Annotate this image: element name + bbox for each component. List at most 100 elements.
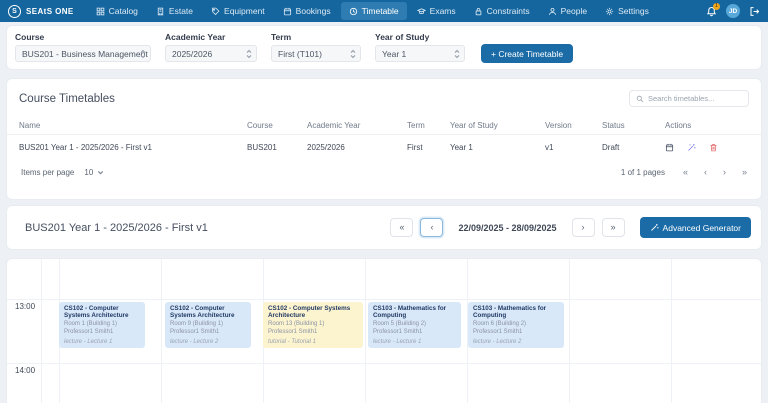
people-icon	[548, 7, 557, 16]
bookings-icon	[283, 7, 292, 16]
col-name: Name	[19, 121, 247, 130]
topbar-right: 1 JD	[706, 4, 760, 18]
brand-logo[interactable]: S SEAtS ONE	[8, 5, 74, 18]
equipment-icon	[211, 7, 220, 16]
nav-item-constraints[interactable]: Constraints	[466, 2, 538, 20]
generate-timetable-button[interactable]	[687, 143, 696, 152]
nav-label: Catalog	[109, 6, 138, 16]
table-row[interactable]: BUS201 Year 1 - 2025/2026 - First v1 BUS…	[7, 135, 761, 160]
term-select-value: First (T101)	[278, 49, 322, 59]
nav-item-timetable[interactable]: Timetable	[341, 2, 407, 20]
event-room: Room 6 (Building 2)	[473, 321, 559, 329]
timetable-grid: 13:00 14:00 CS102 - Computer Systems Arc…	[6, 258, 762, 403]
col-term: Term	[407, 121, 450, 130]
cell-name: BUS201 Year 1 - 2025/2026 - First v1	[19, 143, 247, 152]
catalog-icon	[96, 7, 105, 16]
cell-academic-year: 2025/2026	[307, 143, 407, 152]
open-timetable-button[interactable]	[665, 143, 674, 152]
grid-line	[41, 259, 42, 403]
first-page-button[interactable]: «	[683, 168, 688, 177]
event-room: Room 13 (Building 1)	[268, 321, 358, 329]
event-staff: Professor1 Smith1	[64, 329, 140, 337]
estate-icon	[156, 7, 165, 16]
col-actions: Actions	[665, 121, 761, 130]
logout-icon	[749, 6, 760, 17]
search-input[interactable]	[648, 94, 742, 103]
nav-label: Settings	[618, 6, 649, 16]
nav-item-equipment[interactable]: Equipment	[203, 2, 273, 20]
academic-year-filter-label: Academic Year	[165, 32, 257, 42]
cell-version: v1	[545, 143, 602, 152]
event-title: CS102 - Computer Systems Architecture	[64, 305, 140, 320]
year-of-study-select-value: Year 1	[382, 49, 406, 59]
previous-page-button[interactable]: ‹	[704, 168, 707, 177]
items-per-page-select[interactable]: 10	[84, 168, 104, 177]
event-room: Room 5 (Building 2)	[373, 321, 456, 329]
event-title: CS103 - Mathematics for Computing	[373, 305, 456, 320]
next-week-button[interactable]: ›	[572, 218, 595, 237]
course-select-value: BUS201 - Business Management	[22, 49, 148, 59]
user-avatar[interactable]: JD	[726, 4, 740, 18]
col-year-of-study: Year of Study	[450, 121, 545, 130]
brand-logo-icon: S	[8, 5, 21, 18]
event-session: lecture - Lecture 1	[373, 339, 456, 347]
chevron-down-icon	[97, 169, 104, 176]
logout-button[interactable]	[749, 6, 760, 17]
grid-line	[161, 259, 162, 403]
time-label: 14:00	[15, 366, 35, 375]
event-staff: Professor1 Smith1	[268, 329, 358, 337]
timetable-icon	[349, 7, 358, 16]
week-date-range: 22/09/2025 - 28/09/2025	[458, 223, 556, 233]
timetable-title: BUS201 Year 1 - 2025/2026 - First v1	[25, 222, 208, 234]
cell-year-of-study: Year 1	[450, 143, 545, 152]
notifications-button[interactable]: 1	[706, 6, 717, 17]
magic-wand-icon	[687, 143, 696, 152]
create-timetable-button[interactable]: + Create Timetable	[481, 44, 573, 63]
nav-label: People	[561, 6, 587, 16]
course-timetables-panel: Course Timetables Name Course Academic Y…	[6, 78, 762, 200]
page-info: 1 of 1 pages	[621, 168, 665, 177]
panel-title: Course Timetables	[19, 93, 115, 105]
first-week-button[interactable]: «	[390, 218, 413, 237]
nav-label: Equipment	[224, 6, 265, 16]
grid-line	[365, 259, 366, 403]
timetable-event[interactable]: CS103 - Mathematics for Computing Room 5…	[368, 302, 461, 348]
event-title: CS102 - Computer Systems Architecture	[170, 305, 246, 320]
timetable-detail-header: BUS201 Year 1 - 2025/2026 - First v1 « ‹…	[6, 205, 762, 250]
calendar-icon	[665, 143, 674, 152]
grid-line	[671, 259, 672, 403]
col-academic-year: Academic Year	[307, 121, 407, 130]
last-week-button[interactable]: »	[602, 218, 625, 237]
main-nav: Catalog Estate Equipment Bookings Timeta…	[88, 2, 706, 20]
items-per-page-label: Items per page	[21, 168, 74, 177]
academic-year-select[interactable]: 2025/2026	[165, 45, 257, 62]
grid-line	[7, 363, 761, 364]
nav-item-catalog[interactable]: Catalog	[88, 2, 146, 20]
event-session: lecture - Lecture 1	[64, 339, 140, 347]
nav-item-estate[interactable]: Estate	[148, 2, 201, 20]
term-select[interactable]: First (T101)	[271, 45, 361, 62]
top-navigation-bar: S SEAtS ONE Catalog Estate Equipment Boo…	[0, 0, 768, 22]
brand-name: SEAtS ONE	[26, 7, 74, 16]
timetable-event[interactable]: CS103 - Mathematics for Computing Room 6…	[468, 302, 564, 348]
timetable-event[interactable]: CS102 - Computer Systems Architecture Ro…	[165, 302, 251, 348]
previous-week-button[interactable]: ‹	[420, 218, 443, 237]
magic-wand-icon	[650, 223, 659, 232]
exams-icon	[417, 7, 426, 16]
next-page-button[interactable]: ›	[723, 168, 726, 177]
timetable-event[interactable]: CS102 - Computer Systems Architecture Ro…	[263, 302, 363, 348]
nav-item-people[interactable]: People	[540, 2, 595, 20]
event-staff: Professor1 Smith1	[170, 329, 246, 337]
settings-icon	[605, 7, 614, 16]
delete-timetable-button[interactable]	[709, 143, 718, 152]
nav-item-bookings[interactable]: Bookings	[275, 2, 339, 20]
nav-item-exams[interactable]: Exams	[409, 2, 464, 20]
select-spinner-icon	[454, 49, 460, 59]
last-page-button[interactable]: »	[742, 168, 747, 177]
timetable-event[interactable]: CS102 - Computer Systems Architecture Ro…	[59, 302, 145, 348]
year-of-study-select[interactable]: Year 1	[375, 45, 465, 62]
advanced-generator-button[interactable]: Advanced Generator	[640, 217, 751, 238]
course-select[interactable]: BUS201 - Business Management	[15, 45, 151, 62]
nav-item-settings[interactable]: Settings	[597, 2, 657, 20]
event-title: CS103 - Mathematics for Computing	[473, 305, 559, 320]
